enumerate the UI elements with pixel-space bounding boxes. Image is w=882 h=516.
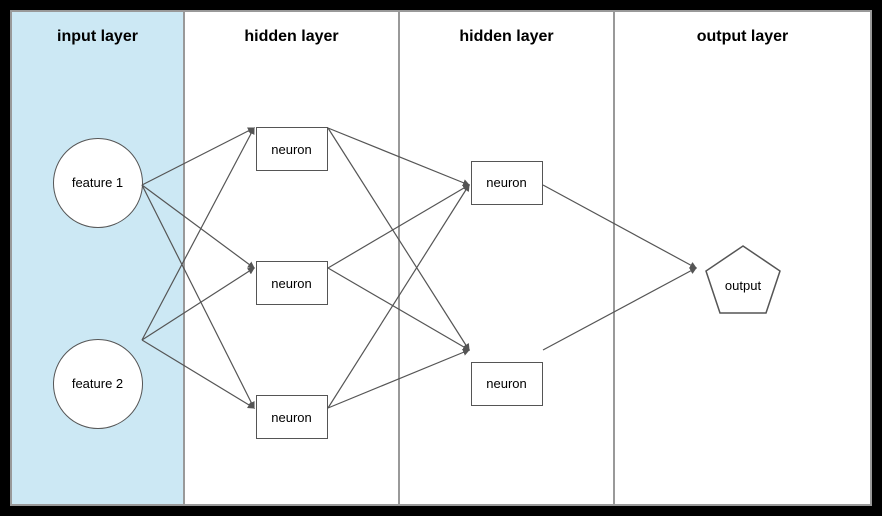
h1-neuron-2: neuron — [256, 261, 328, 305]
feature-1-node: feature 1 — [53, 138, 143, 228]
input-layer: input layer feature 1 feature 2 — [10, 10, 185, 506]
hidden-1-nodes: neuron neuron neuron — [185, 62, 398, 504]
output-pentagon: output — [698, 238, 788, 328]
h1-neuron-3: neuron — [256, 395, 328, 439]
input-layer-title: input layer — [51, 20, 144, 52]
h2-neuron-2-label: neuron — [486, 376, 526, 391]
hidden-layer-2-title: hidden layer — [453, 20, 559, 52]
h1-neuron-1: neuron — [256, 127, 328, 171]
output-node: output — [698, 238, 788, 328]
output-layer-title: output layer — [691, 20, 795, 52]
output-nodes: output — [615, 62, 870, 504]
h2-neuron-1-label: neuron — [486, 175, 526, 190]
h1-neuron-2-label: neuron — [271, 276, 311, 291]
output-label: output — [724, 278, 761, 293]
feature-2-label: feature 2 — [72, 376, 123, 391]
h1-neuron-3-label: neuron — [271, 410, 311, 425]
neural-network-diagram: input layer feature 1 feature 2 hidden l… — [10, 10, 872, 506]
output-layer: output layer output — [615, 10, 872, 506]
h2-neuron-1: neuron — [471, 161, 543, 205]
hidden-layer-1: hidden layer neuron neuron neuron — [185, 10, 400, 506]
hidden-layer-2: hidden layer neuron neuron — [400, 10, 615, 506]
feature-1-label: feature 1 — [72, 175, 123, 190]
hidden-2-nodes: neuron neuron — [400, 62, 613, 504]
h1-neuron-1-label: neuron — [271, 142, 311, 157]
input-nodes: feature 1 feature 2 — [12, 62, 183, 504]
hidden-layer-1-title: hidden layer — [238, 20, 344, 52]
h2-neuron-2: neuron — [471, 362, 543, 406]
feature-2-node: feature 2 — [53, 339, 143, 429]
